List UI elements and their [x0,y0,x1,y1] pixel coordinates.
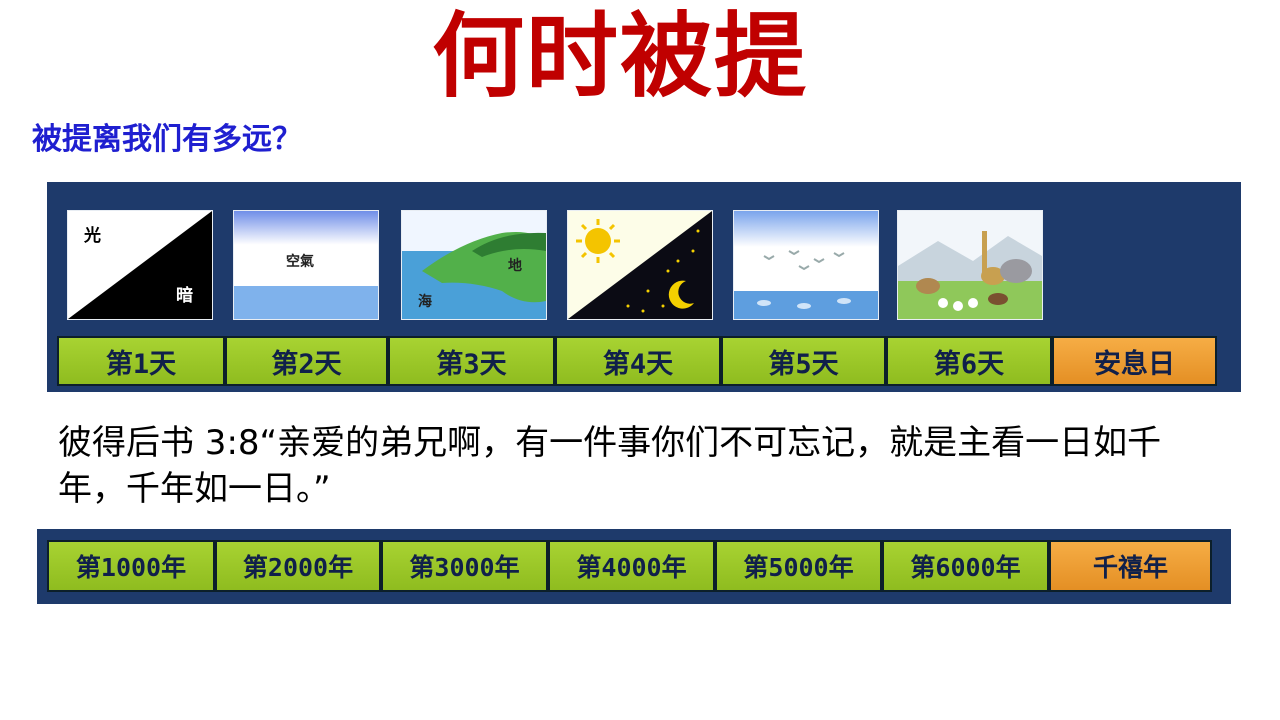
millennium-years-bar: 第1000年 第2000年 第3000年 第4000年 第5000年 第6000… [47,540,1212,592]
dark-label: 暗 [176,286,193,306]
day-5-cell: 第5天 [721,336,886,386]
creation-days-banner: 光 暗 空氣 地 海 第1天 第2天 第3天 第4天 第5天 第6天 安息日 [47,182,1241,392]
verse-text: 彼得后书 3:8“亲爱的弟兄啊，有一件事你们不可忘记，就是主看一日如千年，千年如… [58,423,1162,509]
year-4000-cell: 第4000年 [548,540,715,592]
sun-moon-icon [567,210,713,320]
day-4-cell: 第4天 [555,336,721,386]
animals-icon [897,210,1043,320]
sabbath-cell: 安息日 [1052,336,1217,386]
year-5000-cell: 第5000年 [715,540,882,592]
millennium-cell: 千禧年 [1049,540,1212,592]
year-2000-cell: 第2000年 [215,540,381,592]
land-sea-icon: 地 海 [401,210,547,320]
creation-days-bar: 第1天 第2天 第3天 第4天 第5天 第6天 安息日 [57,336,1217,386]
sky-water-icon: 空氣 [233,210,379,320]
year-3000-cell: 第3000年 [381,540,548,592]
sky-label: 空氣 [286,254,314,270]
light-label: 光 [84,226,101,246]
birds-fish-icon [733,210,879,320]
subtitle: 被提离我们有多远？ [32,122,302,157]
page-title: 何时被提 [431,3,808,110]
millennium-banner: 第1000年 第2000年 第3000年 第4000年 第5000年 第6000… [37,529,1231,604]
year-1000-cell: 第1000年 [47,540,215,592]
sea-label: 海 [418,294,432,310]
day-1-cell: 第1天 [57,336,225,386]
day-6-cell: 第6天 [886,336,1052,386]
land-label: 地 [508,258,522,274]
light-dark-icon: 光 暗 [67,210,213,320]
year-6000-cell: 第6000年 [882,540,1049,592]
day-3-cell: 第3天 [388,336,555,386]
day-2-cell: 第2天 [225,336,388,386]
